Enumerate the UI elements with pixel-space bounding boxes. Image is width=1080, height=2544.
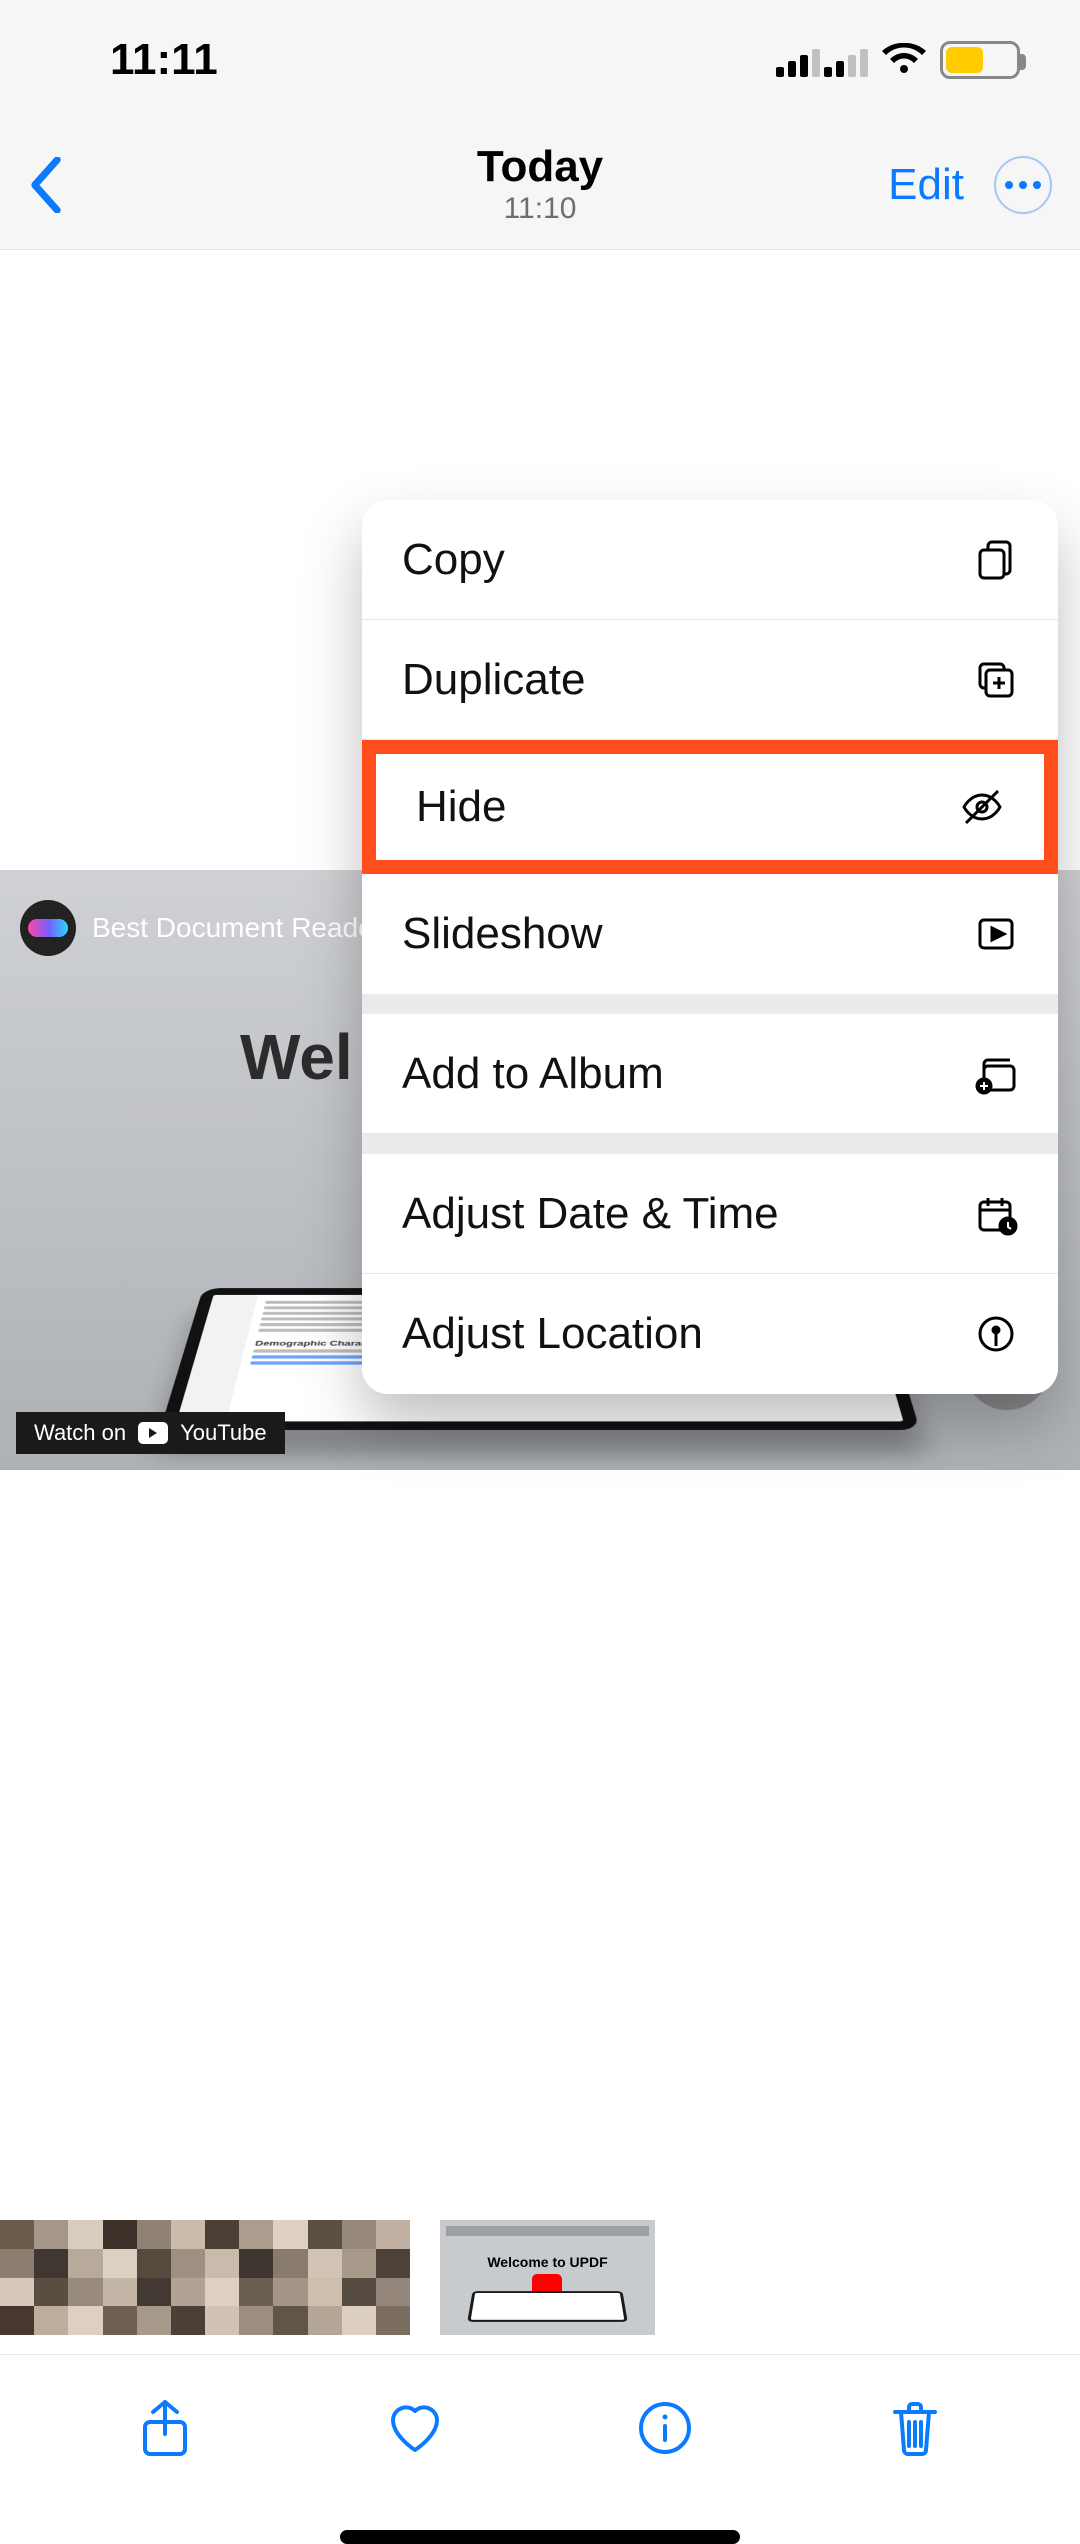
info-button[interactable] — [635, 2398, 695, 2463]
video-source-badge: Best Document Reade — [20, 900, 374, 956]
updf-logo-icon — [20, 900, 76, 956]
menu-item-hide[interactable]: Hide — [376, 754, 1044, 860]
menu-label: Slideshow — [402, 909, 603, 959]
home-indicator[interactable] — [340, 2530, 740, 2544]
add-to-album-icon — [974, 1052, 1018, 1096]
thumbnail-current[interactable]: Welcome to UPDF — [440, 2220, 655, 2335]
more-button[interactable] — [994, 156, 1052, 214]
slideshow-icon — [974, 912, 1018, 956]
status-bar: 11:11 — [0, 0, 1080, 120]
hide-icon — [960, 785, 1004, 829]
menu-label: Adjust Date & Time — [402, 1189, 779, 1239]
watch-on-label: Watch on — [34, 1420, 126, 1446]
thumbnail-prev[interactable] — [0, 2220, 410, 2335]
menu-label: Duplicate — [402, 655, 585, 705]
watch-on-brand: YouTube — [180, 1420, 266, 1446]
menu-item-duplicate[interactable]: Duplicate — [362, 620, 1058, 740]
video-caption-text: Best Document Reade — [92, 912, 374, 944]
menu-item-adjust-date-time[interactable]: Adjust Date & Time — [362, 1154, 1058, 1274]
menu-label: Copy — [402, 535, 505, 585]
context-menu: Copy Duplicate Hide Slideshow — [362, 500, 1058, 1394]
menu-item-adjust-location[interactable]: Adjust Location — [362, 1274, 1058, 1394]
location-icon — [974, 1312, 1018, 1356]
duplicate-icon — [974, 658, 1018, 702]
menu-item-copy[interactable]: Copy — [362, 500, 1058, 620]
menu-label: Adjust Location — [402, 1309, 703, 1359]
copy-icon — [974, 538, 1018, 582]
bottom-toolbar — [0, 2370, 1080, 2490]
highlight-annotation: Hide — [362, 740, 1058, 874]
thumbnail-filmstrip[interactable]: Welcome to UPDF — [0, 2220, 1080, 2355]
nav-header: Today 11:10 Edit — [0, 120, 1080, 250]
watch-on-youtube-badge: Watch on YouTube — [16, 1412, 285, 1454]
menu-item-add-to-album[interactable]: Add to Album — [362, 1014, 1058, 1134]
menu-label: Add to Album — [402, 1049, 664, 1099]
battery-icon — [940, 41, 1020, 79]
video-headline: Wel — [240, 1020, 353, 1094]
calendar-icon — [974, 1192, 1018, 1236]
youtube-mini-icon — [138, 1422, 168, 1444]
cellular-icon — [776, 43, 868, 77]
wifi-icon — [882, 43, 926, 77]
edit-button[interactable]: Edit — [888, 160, 964, 210]
favorite-button[interactable] — [385, 2398, 445, 2463]
status-indicators — [776, 41, 1020, 79]
delete-button[interactable] — [885, 2398, 945, 2463]
status-time: 11:11 — [110, 35, 218, 85]
mini-title: Welcome to UPDF — [440, 2254, 655, 2270]
menu-item-slideshow[interactable]: Slideshow — [362, 874, 1058, 994]
share-button[interactable] — [135, 2398, 195, 2463]
menu-label: Hide — [416, 782, 507, 832]
back-button[interactable] — [28, 157, 64, 213]
